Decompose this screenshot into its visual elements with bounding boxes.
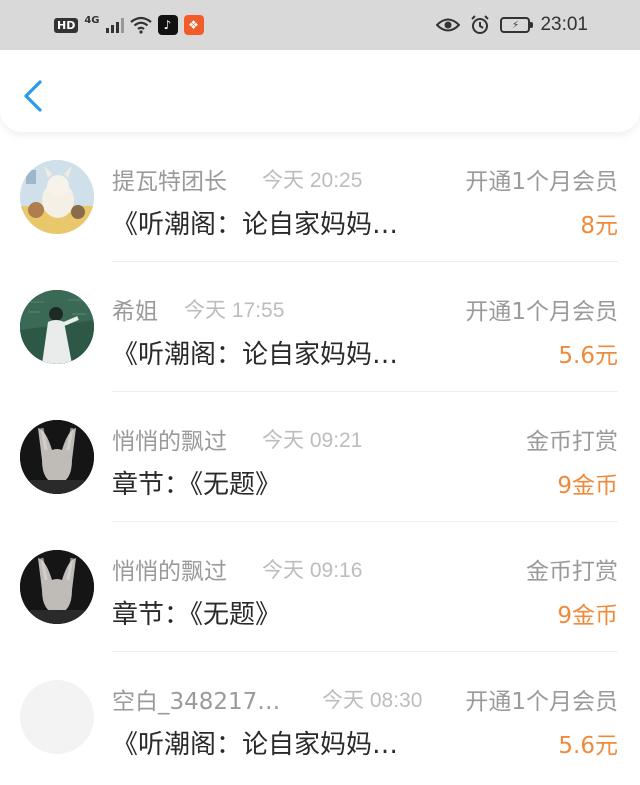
action-label: 开通1个月会员 xyxy=(465,169,618,195)
action-label: 金币打赏 xyxy=(526,559,618,585)
list-item[interactable]: 提瓦特团长 今天 20:25 开通1个月会员 《听潮阁：论自家妈妈… 8元 xyxy=(0,132,640,262)
timestamp: 今天 20:25 xyxy=(262,169,363,192)
avatar[interactable] xyxy=(20,420,94,494)
list-item[interactable]: 悄悄的飘过 今天 09:16 金币打赏 章节：《无题》 9金币 xyxy=(0,522,640,652)
clock: 23:01 xyxy=(540,14,588,35)
item-title: 《听潮阁：论自家妈妈… xyxy=(112,210,399,240)
battery-icon: ⚡ xyxy=(500,17,534,33)
amount: 5.6元 xyxy=(558,343,618,369)
timestamp: 今天 09:21 xyxy=(262,429,363,452)
user-name: 空白_348217… xyxy=(112,689,281,715)
hd-icon: HD xyxy=(54,17,79,33)
item-title: 《听潮阁：论自家妈妈… xyxy=(112,730,399,760)
chevron-left-icon[interactable] xyxy=(18,78,48,114)
amount: 5.6元 xyxy=(558,733,618,759)
timestamp: 今天 17:55 xyxy=(184,299,285,322)
timestamp: 今天 09:16 xyxy=(262,559,363,582)
amount: 9金币 xyxy=(557,603,618,629)
user-name: 悄悄的飘过 xyxy=(112,559,227,585)
eye-icon xyxy=(436,18,461,32)
amount: 9金币 xyxy=(557,473,618,499)
timestamp: 今天 08:30 xyxy=(322,689,423,712)
tiktok-icon: ♪ xyxy=(157,15,178,35)
user-name: 希姐 xyxy=(112,299,158,325)
action-label: 开通1个月会员 xyxy=(465,689,618,715)
wifi-icon xyxy=(129,16,152,34)
alarm-icon xyxy=(471,15,490,34)
app-icon: ❖ xyxy=(183,15,204,35)
list-item[interactable]: 希姐 今天 17:55 开通1个月会员 《听潮阁：论自家妈妈… 5.6元 xyxy=(0,262,640,392)
avatar[interactable] xyxy=(20,550,94,624)
list-item[interactable]: 空白_348217… 今天 08:30 开通1个月会员 《听潮阁：论自家妈妈… … xyxy=(0,652,640,782)
signal-icon xyxy=(105,17,124,33)
list-item[interactable]: 悄悄的飘过 今天 09:21 金币打赏 章节：《无题》 9金币 xyxy=(0,392,640,522)
transaction-list: 提瓦特团长 今天 20:25 开通1个月会员 《听潮阁：论自家妈妈… 8元 希姐… xyxy=(0,132,640,782)
action-label: 开通1个月会员 xyxy=(465,299,618,325)
status-right: ⚡ 23:01 xyxy=(436,12,588,38)
user-name: 提瓦特团长 xyxy=(112,169,227,195)
item-title: 章节：《无题》 xyxy=(112,600,282,630)
nav-bar xyxy=(0,50,640,132)
status-bar: HD 4G ♪ ❖ ⚡ 23:01 xyxy=(0,0,640,50)
avatar[interactable] xyxy=(20,160,94,234)
network-label: 4G xyxy=(84,14,100,26)
action-label: 金币打赏 xyxy=(526,429,618,455)
user-name: 悄悄的飘过 xyxy=(112,429,227,455)
item-title: 章节：《无题》 xyxy=(112,470,282,500)
item-title: 《听潮阁：论自家妈妈… xyxy=(112,340,399,370)
avatar[interactable] xyxy=(20,680,94,754)
avatar[interactable] xyxy=(20,290,94,364)
amount: 8元 xyxy=(580,213,618,239)
status-left: HD 4G ♪ ❖ xyxy=(54,12,204,38)
